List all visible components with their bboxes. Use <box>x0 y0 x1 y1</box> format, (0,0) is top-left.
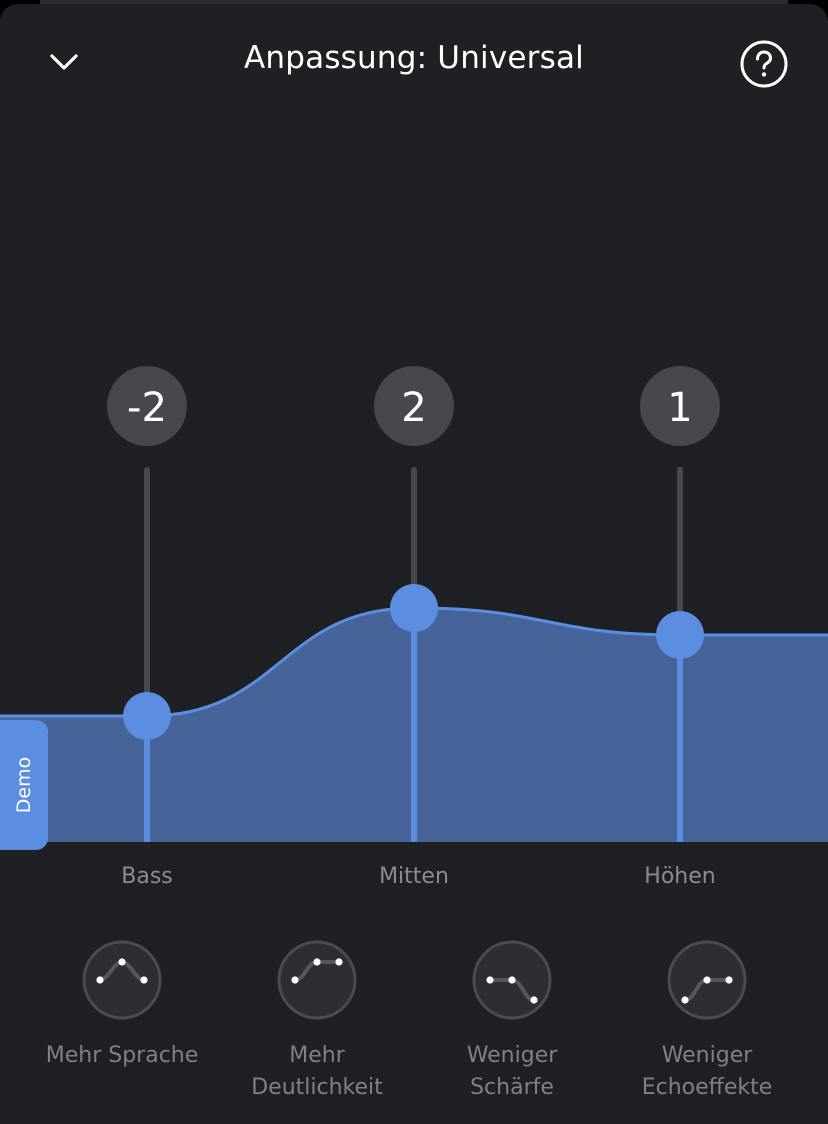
preset-curve-sharpness-icon <box>472 940 552 1020</box>
preset-label-line1: Mehr Sprache <box>45 1043 199 1068</box>
demo-tab[interactable]: Demo <box>0 720 48 850</box>
preset-label-line1: Mehr <box>289 1043 345 1068</box>
preset-label-line2: Echoeffekte <box>641 1075 773 1100</box>
preset-label-line1: Weniger <box>466 1043 558 1068</box>
eq-adjust-sheet: Anpassung: Universal -2 2 1 Demo Bass Mi… <box>0 4 828 1124</box>
band-label-hoehen: Höhen <box>644 864 716 889</box>
band-label-mitten: Mitten <box>379 864 449 889</box>
preset-list: Mehr Sprache Mehr Deutlichkeit Weniger S… <box>0 940 828 1120</box>
band-value: 1 <box>667 385 692 431</box>
preset-label-line1: Weniger <box>661 1043 753 1068</box>
preset-weniger-schaerfe[interactable]: Weniger Schärfe <box>414 940 610 1104</box>
demo-label: Demo <box>13 756 35 814</box>
slider-handle[interactable] <box>123 692 171 740</box>
preset-label-line2: Deutlichkeit <box>251 1075 383 1100</box>
preset-mehr-deutlichkeit[interactable]: Mehr Deutlichkeit <box>219 940 415 1104</box>
band-value: -2 <box>127 385 167 431</box>
preset-weniger-echoeffekte[interactable]: Weniger Echoeffekte <box>609 940 805 1104</box>
preset-curve-speech-icon <box>82 940 162 1020</box>
preset-mehr-sprache[interactable]: Mehr Sprache <box>24 940 220 1072</box>
preset-curve-clarity-icon <box>277 940 357 1020</box>
preset-curve-echo-icon <box>667 940 747 1020</box>
preset-label-line2: Schärfe <box>470 1075 554 1100</box>
slider-handle[interactable] <box>390 584 438 632</box>
band-label-bass: Bass <box>121 864 173 889</box>
slider-handle[interactable] <box>656 611 704 659</box>
band-value: 2 <box>401 385 426 431</box>
